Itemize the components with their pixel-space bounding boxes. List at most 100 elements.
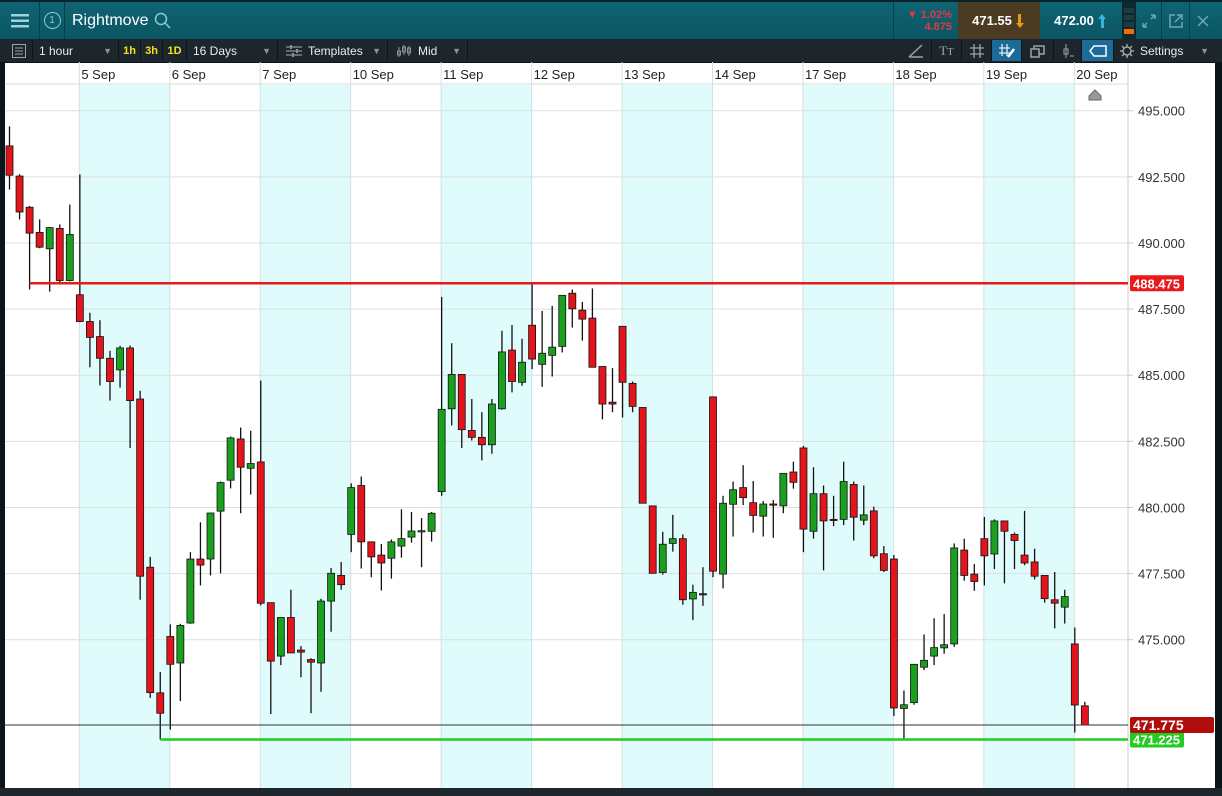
candle-body-up — [116, 347, 124, 371]
candle-body-down — [236, 438, 245, 468]
interval-1d-button[interactable]: 1D — [163, 40, 187, 61]
price-tick-label: 482.500 — [1138, 434, 1185, 449]
candle[interactable] — [55, 224, 64, 283]
caret-down-icon: ▼ — [103, 45, 112, 56]
candle[interactable] — [869, 506, 878, 559]
caret-down-icon: ▼ — [1200, 45, 1209, 56]
popout-icon — [1168, 13, 1183, 28]
candle[interactable] — [146, 556, 155, 698]
signal-strength-indicator — [1122, 2, 1136, 39]
candle-body-down — [367, 541, 376, 558]
candle-body-up — [246, 463, 255, 469]
candle-body-down — [879, 553, 888, 571]
candle-body-up — [487, 403, 496, 446]
candle-body-down — [106, 357, 114, 382]
interval-1h-button[interactable]: 1h — [119, 40, 141, 61]
candle[interactable] — [910, 663, 918, 705]
candle-body-down — [799, 447, 808, 530]
text-tool-button[interactable]: TT — [932, 40, 962, 61]
candle-body-up — [689, 591, 697, 600]
current-price-label: 471.775 — [1133, 717, 1184, 733]
candle-body-down — [467, 430, 476, 438]
candle-body-up — [427, 512, 436, 532]
layers-button[interactable] — [1022, 40, 1054, 61]
candle-body-down — [568, 292, 577, 310]
date-tick-label: 14 Sep — [715, 67, 756, 82]
candlestick-chart[interactable]: 5 Sep 6 Sep 7 Sep 10 Sep 11 Sep 12 Sep 13 Sep 1… — [0, 62, 1222, 788]
chart-list-button[interactable] — [5, 40, 33, 61]
caret-down-icon: ▼ — [262, 45, 271, 56]
candle-body-down — [789, 471, 798, 483]
date-tick-label: 17 Sep — [805, 67, 846, 82]
high-price-label: 488.475 — [1133, 276, 1180, 291]
close-button[interactable] — [1190, 2, 1215, 39]
interval-dropdown[interactable]: 1 hour ▼ — [33, 40, 119, 61]
price-type-dropdown[interactable]: Mid ▼ — [390, 40, 468, 61]
bottom-bar — [0, 788, 1222, 796]
grid-icon — [969, 43, 984, 58]
price-label-toggle-button[interactable] — [1082, 40, 1114, 61]
candle-body-up — [910, 663, 918, 704]
bid-price: 471.55 — [972, 13, 1012, 28]
candle[interactable] — [136, 390, 145, 600]
indicators-button[interactable] — [1054, 40, 1082, 61]
down-triangle-icon: ▼ — [906, 8, 921, 21]
candle-body-down — [638, 407, 647, 504]
day-shade-band — [79, 85, 170, 788]
candle-body-down — [528, 324, 536, 360]
candle-body-down — [829, 518, 838, 521]
bid-price-button[interactable]: 471.55 — [958, 2, 1040, 39]
candle[interactable] — [648, 505, 657, 574]
ask-price-button[interactable]: 472.00 — [1040, 2, 1122, 39]
settings-label: Settings — [1140, 43, 1184, 58]
expand-icon — [1142, 13, 1156, 28]
candle[interactable] — [890, 555, 898, 717]
range-dropdown[interactable]: 16 Days ▼ — [187, 40, 278, 61]
candle-body-down — [739, 487, 748, 499]
candle[interactable] — [558, 294, 567, 353]
draw-line-icon — [907, 43, 923, 58]
instrument-title[interactable]: Rightmove — [72, 2, 172, 39]
candle-body-down — [156, 692, 165, 714]
candle-body-down — [1050, 599, 1059, 604]
candle-body-up — [437, 408, 446, 492]
menu-button[interactable] — [0, 2, 40, 39]
candle-body-up — [859, 514, 868, 521]
candle[interactable] — [719, 495, 727, 589]
candle-body-up — [1060, 596, 1069, 608]
candle[interactable] — [638, 407, 647, 504]
interval-3h-button[interactable]: 3h — [141, 40, 163, 61]
candle[interactable] — [186, 552, 195, 624]
day-shade-band — [622, 85, 713, 788]
candle-body-down — [618, 325, 627, 383]
candle-body-down — [357, 485, 366, 543]
list-icon — [11, 43, 26, 58]
candle-body-up — [347, 487, 356, 535]
candle-body-down — [869, 510, 878, 557]
candle-body-down — [980, 538, 989, 557]
candle-body-down — [769, 503, 778, 506]
candle-body-down — [648, 505, 657, 574]
drawing-tools-button[interactable] — [900, 40, 932, 61]
candle-body-up — [206, 512, 215, 560]
link-group-button[interactable]: 1 — [40, 2, 65, 39]
candle[interactable] — [1040, 575, 1049, 603]
settings-dropdown[interactable]: Settings ▼ — [1114, 40, 1215, 61]
candle-body-down — [970, 573, 979, 582]
expand-button[interactable] — [1137, 2, 1162, 39]
candle-body-up — [65, 234, 74, 281]
date-tick-label: 10 Sep — [353, 67, 394, 82]
grid-toggle-button[interactable] — [962, 40, 992, 61]
crosshair-toggle-button[interactable] — [992, 40, 1022, 61]
candle-body-down — [1070, 643, 1079, 706]
candle-body-up — [809, 493, 818, 532]
popout-button[interactable] — [1162, 2, 1190, 39]
candle[interactable] — [678, 534, 687, 605]
templates-dropdown[interactable]: Templates ▼ — [280, 40, 388, 61]
ask-price: 472.00 — [1054, 13, 1094, 28]
candle-body-down — [75, 294, 84, 322]
search-icon[interactable] — [154, 12, 172, 30]
candle[interactable] — [950, 543, 959, 647]
price-type-value: Mid — [418, 43, 438, 58]
candle[interactable] — [709, 396, 717, 578]
